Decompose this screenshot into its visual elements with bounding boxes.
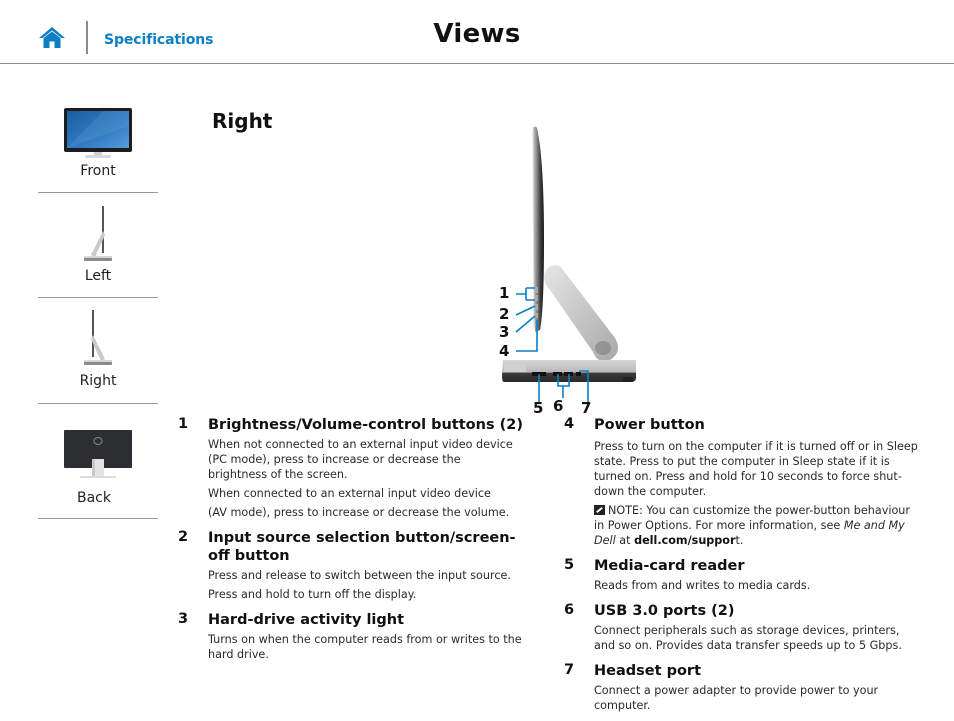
feature-item: 4 Power button Press to turn on the comp… xyxy=(564,416,919,548)
callout-1: 1 xyxy=(499,284,510,302)
feature-title: Headset port xyxy=(594,663,702,679)
feature-item: 7 Headset port Connect a power adapter t… xyxy=(564,662,919,713)
callout-4: 4 xyxy=(499,342,510,360)
feature-item: 5 Media-card reader Reads from and write… xyxy=(564,557,919,593)
feature-list-left: 1 Brightness/Volume-control buttons (2) … xyxy=(178,416,523,671)
header-bar: Specifications Views xyxy=(0,0,954,64)
monitor-left-icon xyxy=(38,205,158,263)
feature-number: 6 xyxy=(564,602,575,618)
support-link[interactable]: dell.com/suppor xyxy=(634,534,735,547)
feature-item: 6 USB 3.0 ports (2) Connect peripherals … xyxy=(564,602,919,653)
note-text: NOTE: You can customize the power-button… xyxy=(594,503,919,548)
feature-title: Brightness/Volume-control buttons (2) xyxy=(208,417,523,433)
page-title: Views xyxy=(433,19,521,49)
feature-number: 2 xyxy=(178,529,189,545)
sidebar-label: Front xyxy=(80,163,116,179)
feature-number: 3 xyxy=(178,611,189,627)
feature-title: Media-card reader xyxy=(594,558,745,574)
feature-number: 5 xyxy=(564,557,575,573)
sidebar-item-left[interactable]: Left xyxy=(38,193,158,298)
feature-title: Power button xyxy=(594,417,705,433)
feature-item: 1 Brightness/Volume-control buttons (2) … xyxy=(178,416,523,520)
note-suffix: t. xyxy=(735,534,744,547)
feature-number: 1 xyxy=(178,416,189,432)
feature-number: 4 xyxy=(564,416,575,432)
sidebar-item-back[interactable]: Back xyxy=(38,404,158,519)
feature-description: Press to turn on the computer if it is t… xyxy=(594,440,918,498)
sidebar-item-front[interactable]: Front xyxy=(38,100,158,193)
monitor-front-icon xyxy=(38,106,158,160)
monitor-back-icon xyxy=(38,429,158,481)
computer-right-side-illustration xyxy=(502,126,636,402)
note-middle: at xyxy=(615,534,635,547)
feature-title: Hard-drive activity light xyxy=(208,612,405,628)
feature-description: Connect a power adapter to provide power… xyxy=(594,684,879,712)
feature-description: (AV mode), press to increase or decrease… xyxy=(208,506,510,519)
feature-item: 2 Input source selection button/screen-o… xyxy=(178,529,523,602)
feature-description: Reads from and writes to media cards. xyxy=(594,579,811,592)
right-view-figure: 1 2 3 4 5 6 7 xyxy=(490,120,650,420)
sidebar-item-right[interactable]: Right xyxy=(38,298,158,404)
monitor-right-icon xyxy=(38,309,158,367)
feature-description: Turns on when the computer reads from or… xyxy=(208,633,522,661)
feature-description: When connected to an external input vide… xyxy=(208,487,491,500)
section-title: Right xyxy=(212,109,273,133)
callout-5: 5 xyxy=(533,399,544,417)
callout-7: 7 xyxy=(581,399,592,417)
feature-description: When not connected to an external input … xyxy=(208,438,513,481)
feature-item: 3 Hard-drive activity light Turns on whe… xyxy=(178,611,523,662)
feature-title: Input source selection button/screen-off… xyxy=(208,530,516,564)
feature-description: Connect peripherals such as storage devi… xyxy=(594,624,902,652)
sidebar-label: Right xyxy=(79,373,117,389)
sidebar-label: Left xyxy=(84,268,112,284)
feature-title: USB 3.0 ports (2) xyxy=(594,603,735,619)
callout-6: 6 xyxy=(553,397,564,415)
feature-description: Press and release to switch between the … xyxy=(208,569,511,582)
callout-2: 2 xyxy=(499,305,510,323)
feature-list-right: 4 Power button Press to turn on the comp… xyxy=(564,416,919,721)
feature-description: Press and hold to turn off the display. xyxy=(208,588,417,601)
callout-3: 3 xyxy=(499,323,510,341)
sidebar-label: Back xyxy=(77,490,111,506)
note-pencil-icon xyxy=(594,505,605,515)
feature-number: 7 xyxy=(564,662,575,678)
